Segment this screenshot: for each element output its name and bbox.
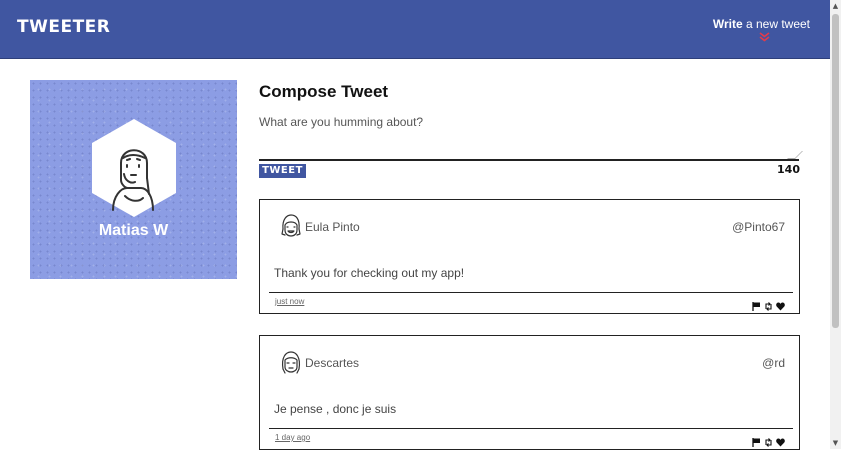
tweet-author-name[interactable]: Descartes — [305, 356, 359, 370]
compose-title: Compose Tweet — [259, 82, 389, 101]
character-counter: 140 — [777, 163, 800, 176]
tweet-timestamp[interactable]: 1 day ago — [275, 433, 310, 442]
flag-icon[interactable] — [752, 296, 761, 311]
flag-icon[interactable] — [752, 432, 761, 447]
tweet-divider — [269, 292, 793, 293]
retweet-icon[interactable] — [764, 432, 773, 447]
new-tweet-label: a new tweet — [742, 17, 810, 31]
tweet-body: Je pense , donc je suis — [274, 402, 397, 416]
tweet-author-handle[interactable]: @Pinto67 — [732, 220, 785, 234]
tweet-author-name[interactable]: Eula Pinto — [305, 220, 360, 234]
tweet-card: Descartes @rd Je pense , donc je suis 1 … — [259, 335, 800, 450]
top-navbar: TWEETER Write a new tweet — [0, 0, 830, 59]
profile-name: Matias W — [98, 222, 169, 239]
tweet-divider — [269, 428, 793, 429]
long-hair-man-avatar-icon — [281, 351, 301, 374]
heart-icon[interactable] — [776, 432, 785, 447]
tweet-actions — [752, 432, 785, 447]
heart-icon[interactable] — [776, 296, 785, 311]
smiling-girl-avatar-icon — [281, 214, 301, 237]
write-label: Write — [712, 17, 743, 31]
scrollbar-thumb[interactable] — [832, 14, 839, 328]
scroll-up-icon[interactable]: ▲ — [832, 2, 839, 10]
page-scrollbar[interactable]: ▲ ▼ — [830, 0, 841, 449]
retweet-icon[interactable] — [764, 296, 773, 311]
profile-card: Matias W — [30, 80, 237, 279]
write-new-tweet-link[interactable]: Write a new tweet — [713, 17, 810, 31]
tweet-timestamp[interactable]: just now — [275, 297, 304, 306]
tweet-card: Eula Pinto @Pinto67 Thank you for checki… — [259, 199, 800, 314]
scroll-down-icon[interactable]: ▼ — [832, 439, 839, 447]
tweet-author-handle[interactable]: @rd — [762, 356, 785, 370]
profile-avatar — [92, 119, 176, 217]
brand-logo[interactable]: TWEETER — [17, 17, 110, 37]
compose-tweet-input[interactable] — [259, 113, 799, 161]
tweet-body: Thank you for checking out my app! — [274, 266, 465, 280]
tweet-submit-button[interactable]: TWEET — [259, 164, 306, 178]
tweet-actions — [752, 296, 785, 311]
chevron-down-icon[interactable] — [759, 32, 770, 43]
